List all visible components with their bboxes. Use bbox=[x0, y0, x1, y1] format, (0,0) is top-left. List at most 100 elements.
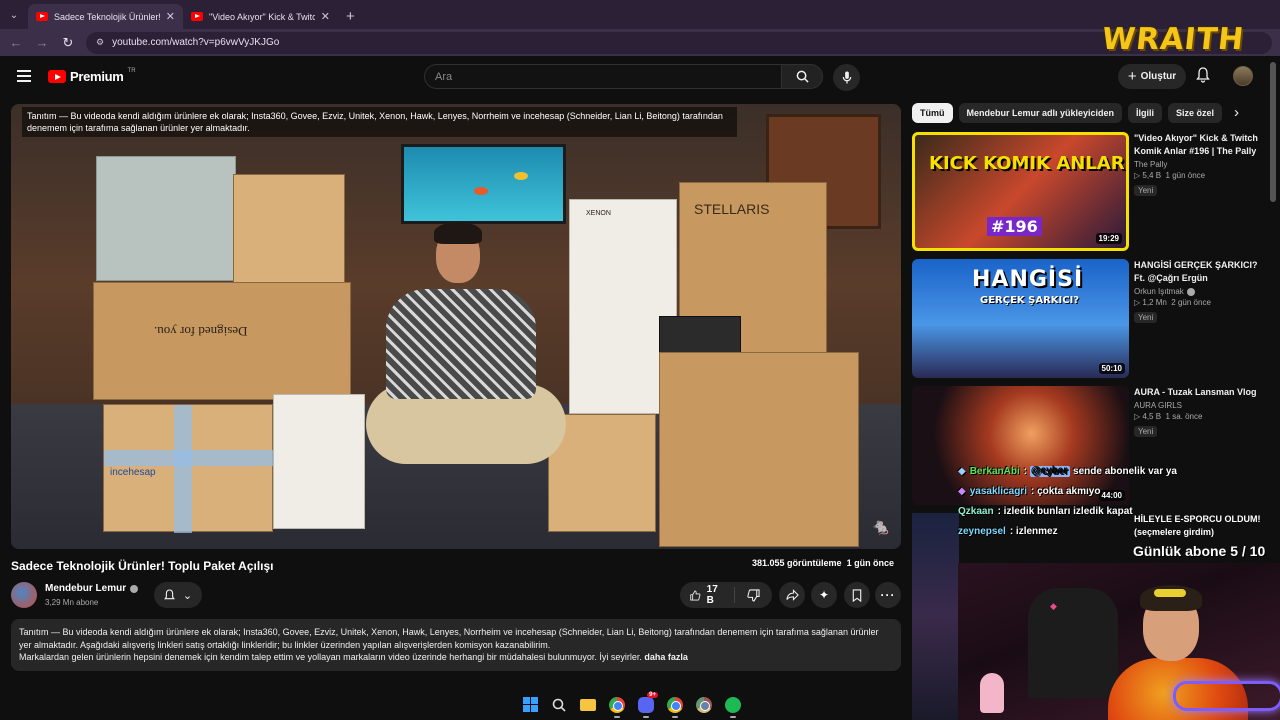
more-actions-button[interactable]: ··· bbox=[875, 582, 901, 608]
aquarium bbox=[401, 144, 566, 224]
search-button[interactable] bbox=[781, 64, 823, 89]
tab-close-icon[interactable]: ✕ bbox=[321, 10, 330, 23]
channel-name[interactable]: Orkun Işıtmak bbox=[1134, 287, 1264, 296]
recommended-video[interactable]: HANGİSİ GERÇEK ŞARKICI? 50:10 HANGİSİ GE… bbox=[912, 259, 1262, 381]
channel-name[interactable]: The Pally bbox=[1134, 160, 1264, 169]
package-box: Designed for you. bbox=[93, 282, 351, 400]
video-title[interactable]: AURA - Tuzak Lansman Vlog bbox=[1134, 386, 1264, 399]
video-meta: ▷ 5,4 B 1 gün önce bbox=[1134, 171, 1206, 180]
box-label: incehesap bbox=[110, 467, 156, 478]
chrome-icon[interactable] bbox=[665, 695, 685, 718]
chip-all[interactable]: Tümü bbox=[912, 103, 953, 123]
subscription-notify-button[interactable]: ⌄ bbox=[154, 582, 202, 608]
search-input[interactable]: Ara bbox=[424, 64, 781, 89]
tab-close-icon[interactable]: ✕ bbox=[166, 10, 175, 23]
app-icon[interactable] bbox=[694, 695, 714, 715]
description-box[interactable]: Tanıtım — Bu videoda kendi aldığım ürünl… bbox=[11, 619, 901, 671]
channel-avatar[interactable] bbox=[11, 582, 37, 608]
chat-username: yasaklicagri bbox=[969, 485, 1027, 497]
url-text: youtube.com/watch?v=p6vwVyJKJGo bbox=[112, 37, 280, 48]
video-duration: 19:29 bbox=[1095, 233, 1122, 244]
page-scrollbar[interactable] bbox=[1270, 62, 1276, 202]
video-info: AURA - Tuzak Lansman Vlog AURA GIRLS ▷ 4… bbox=[1134, 386, 1264, 439]
video-duration: 50:10 bbox=[1098, 363, 1125, 374]
dislike-button[interactable] bbox=[735, 588, 772, 602]
video-thumbnail[interactable]: KICK KOMIK ANLAR #196 19:29 bbox=[912, 132, 1129, 251]
streamer-webcam: ◆ bbox=[958, 563, 1280, 720]
voice-search-button[interactable] bbox=[833, 64, 860, 91]
bell-icon bbox=[163, 588, 175, 599]
tab-title: Sadece Teknolojik Ürünler! Topl bbox=[54, 11, 160, 22]
video-thumbnail[interactable]: HANGİSİ GERÇEK ŞARKICI? 50:10 bbox=[912, 259, 1129, 378]
video-info-overlay: Tanıtım — Bu videoda kendi aldığım ürünl… bbox=[22, 107, 737, 137]
notifications-button[interactable] bbox=[1196, 67, 1210, 88]
browser-tab-active[interactable]: Sadece Teknolojik Ürünler! Topl ✕ bbox=[28, 4, 183, 29]
show-more-link[interactable]: daha fazla bbox=[644, 652, 688, 662]
daily-subscriber-goal: Günlük abone 5 / 10 bbox=[1133, 543, 1266, 559]
video-title[interactable]: HANGİSİ GERÇEK ŞARKICI? Ft. @Çağrı Ergün bbox=[1134, 259, 1264, 285]
video-meta: ▷ 4,5 B 1 sa. önce bbox=[1134, 412, 1203, 421]
video-player[interactable]: Designed for you. incehesap XENON STELLA… bbox=[11, 104, 901, 549]
package-box bbox=[659, 352, 859, 547]
new-badge: Yeni bbox=[1134, 426, 1158, 437]
account-avatar[interactable] bbox=[1233, 66, 1253, 86]
recommended-video[interactable]: KICK KOMIK ANLAR #196 19:29 "Video Akıyo… bbox=[912, 132, 1262, 254]
led-light bbox=[1173, 681, 1280, 711]
taskbar: 9+ bbox=[520, 691, 743, 718]
video-meta: ▷ 1,2 Mn 2 gün önce bbox=[1134, 298, 1211, 307]
plus-icon: + bbox=[1127, 68, 1137, 85]
back-icon[interactable]: ← bbox=[8, 35, 24, 50]
discord-icon[interactable]: 9+ bbox=[636, 691, 658, 718]
chat-message: ◆ BerkanAbi : @cyber sende abonelik var … bbox=[958, 461, 1280, 481]
presenter-hair bbox=[434, 222, 482, 244]
chair-logo-icon: ◆ bbox=[1050, 601, 1057, 611]
video-thumbnail[interactable] bbox=[912, 513, 959, 720]
package-box: incehesap bbox=[103, 404, 274, 533]
figurine bbox=[980, 673, 1004, 713]
share-button[interactable] bbox=[779, 582, 805, 608]
more-icon: ··· bbox=[880, 588, 896, 602]
video-title[interactable]: "Video Akıyor" Kick & Twitch Komik Anlar… bbox=[1134, 132, 1264, 158]
create-button[interactable]: + Oluştur bbox=[1118, 64, 1186, 89]
thumbs-down-icon bbox=[747, 588, 760, 602]
search-icon[interactable] bbox=[549, 695, 569, 715]
chat-username: zeynepsel bbox=[958, 525, 1006, 537]
presenter-shirt bbox=[386, 289, 536, 399]
video-info: HANGİSİ GERÇEK ŞARKICI? Ft. @Çağrı Ergün… bbox=[1134, 259, 1264, 325]
channel-name[interactable]: Mendebur Lemur bbox=[45, 583, 139, 594]
chrome-icon[interactable] bbox=[607, 695, 627, 718]
gaming-chair bbox=[1028, 588, 1118, 698]
menu-icon[interactable] bbox=[17, 70, 31, 85]
chip-from-uploader[interactable]: Mendebur Lemur adlı yükleyiciden bbox=[958, 103, 1123, 123]
spotify-icon[interactable] bbox=[723, 695, 743, 718]
chip-for-you[interactable]: Size özel bbox=[1168, 103, 1223, 123]
channel-watermark-icon[interactable]: 🐁 bbox=[871, 517, 891, 537]
sparkle-icon: ✦ bbox=[818, 588, 830, 602]
address-bar: ← → ↻ ⚙ youtube.com/watch?v=p6vwVyJKJGo bbox=[0, 29, 1280, 56]
video-title[interactable]: HİLEYLE E-SPORCU OLDUM! (seçmelere girdi… bbox=[1134, 513, 1274, 539]
package-box bbox=[96, 156, 236, 281]
url-field[interactable]: ⚙ youtube.com/watch?v=p6vwVyJKJGo bbox=[86, 31, 1272, 54]
windows-start-icon[interactable] bbox=[520, 695, 540, 715]
tab-search-icon[interactable]: ⌄ bbox=[0, 1, 28, 29]
reload-icon[interactable]: ↻ bbox=[60, 35, 76, 51]
thumbnail-text: #196 bbox=[987, 217, 1042, 236]
thumbs-up-icon bbox=[690, 590, 701, 600]
file-explorer-icon[interactable] bbox=[578, 695, 598, 715]
chevron-right-icon[interactable]: › bbox=[1234, 104, 1239, 121]
site-info-icon[interactable]: ⚙ bbox=[96, 37, 104, 48]
chip-related[interactable]: İlgili bbox=[1128, 103, 1163, 123]
new-tab-button[interactable]: + bbox=[338, 8, 363, 29]
youtube-favicon-icon bbox=[36, 12, 48, 21]
new-badge: Yeni bbox=[1134, 185, 1158, 196]
save-button[interactable] bbox=[844, 582, 870, 608]
browser-tab-bar: ⌄ Sadece Teknolojik Ürünler! Topl ✕ "Vid… bbox=[0, 0, 1280, 29]
forward-icon[interactable]: → bbox=[34, 35, 50, 50]
like-dislike-control: 17 B bbox=[680, 582, 772, 608]
new-badge: Yeni bbox=[1134, 312, 1158, 323]
ask-ai-button[interactable]: ✦ bbox=[811, 582, 837, 608]
channel-name[interactable]: AURA GIRLS bbox=[1134, 401, 1264, 410]
youtube-premium-logo[interactable]: Premium TR bbox=[48, 68, 136, 84]
like-button[interactable]: 17 B bbox=[680, 584, 735, 606]
browser-tab[interactable]: "Video Akıyor" Kick & Twitch K ✕ bbox=[183, 4, 338, 29]
